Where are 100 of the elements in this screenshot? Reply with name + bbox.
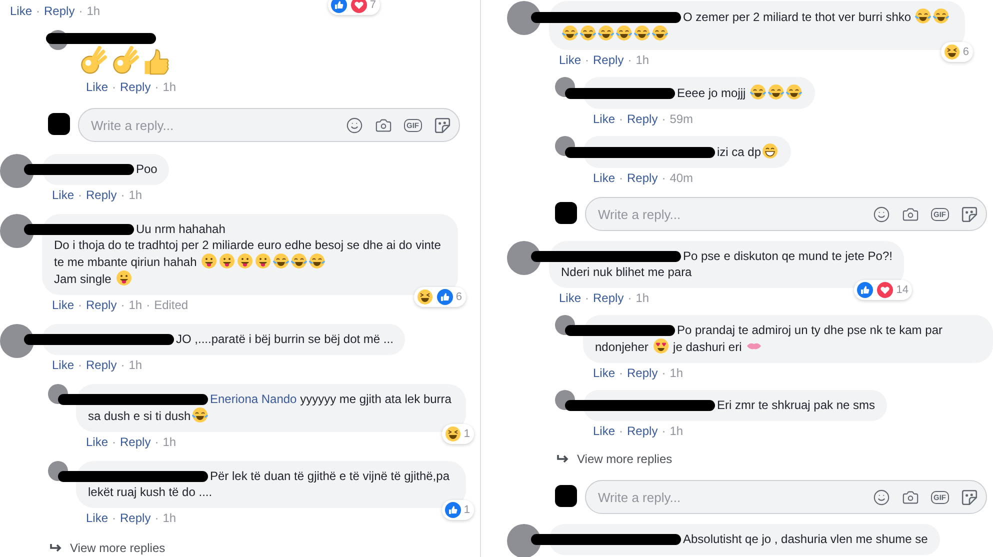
separator-dot: ·: [120, 298, 125, 312]
laughing-reaction-icon: [416, 289, 433, 305]
action-link[interactable]: Reply: [593, 53, 624, 67]
action-link[interactable]: Like: [593, 424, 616, 438]
separator-dot: ·: [662, 424, 666, 438]
action-link[interactable]: Like: [86, 435, 108, 449]
camera-icon[interactable]: [374, 116, 392, 134]
tongue-out-emoji-icon: [116, 270, 132, 286]
action-link[interactable]: Reply: [86, 188, 117, 202]
action-link[interactable]: Reply: [627, 366, 658, 380]
reply-arrow-icon: [50, 543, 62, 553]
avatar: [507, 241, 541, 275]
laughing-tears-emoji-icon: [580, 25, 596, 41]
comment-time: 1h: [128, 298, 142, 312]
action-link[interactable]: Reply: [86, 358, 117, 372]
action-link[interactable]: Reply: [627, 112, 658, 126]
separator-dot: ·: [78, 358, 82, 372]
emoji-icon[interactable]: [872, 488, 890, 506]
laughing-tears-emoji-icon: [562, 25, 578, 41]
tongue-out-emoji-icon: [237, 253, 254, 269]
action-link[interactable]: Reply: [120, 511, 151, 525]
laughing-tears-emoji-icon: [768, 84, 784, 100]
separator-dot: ·: [585, 53, 590, 67]
separator-dot: ·: [619, 424, 624, 438]
action-link[interactable]: Like: [86, 511, 108, 525]
action-link[interactable]: Reply: [120, 435, 151, 449]
action-link[interactable]: Like: [593, 171, 616, 185]
sticker-icon[interactable]: [961, 206, 978, 222]
separator-dot: ·: [628, 53, 632, 67]
separator-dot: ·: [628, 291, 632, 305]
redacted-avatar: [555, 202, 577, 224]
laughing-tears-emoji-icon: [634, 25, 650, 41]
separator-dot: ·: [120, 188, 125, 202]
separator-dot: ·: [154, 80, 159, 94]
action-link[interactable]: Reply: [120, 80, 151, 94]
like-reaction-icon: [444, 502, 461, 518]
separator-dot: ·: [619, 366, 624, 380]
action-link[interactable]: Like: [593, 112, 616, 126]
action-link[interactable]: Like: [559, 291, 582, 305]
camera-icon[interactable]: [902, 206, 918, 222]
action-link[interactable]: Reply: [593, 291, 624, 305]
action-link[interactable]: Like: [52, 188, 74, 202]
edited-label: Edited: [154, 298, 188, 312]
redacted-avatar: [555, 485, 577, 507]
avatar: [0, 324, 34, 358]
separator-dot: ·: [36, 4, 40, 18]
emoji-icon[interactable]: [346, 116, 362, 134]
comment-time: 1h: [162, 80, 176, 94]
comment-time: 1h: [86, 4, 100, 18]
action-link[interactable]: Like: [593, 366, 616, 380]
view-more-replies-link[interactable]: View more replies: [50, 541, 466, 555]
tongue-out-emoji-icon: [219, 253, 236, 269]
heart-reaction-icon: [877, 282, 894, 298]
separator-dot: ·: [619, 112, 624, 126]
action-link[interactable]: Like: [559, 53, 582, 67]
laughing-tears-emoji-icon: [786, 84, 802, 100]
comment-time: 1h: [670, 424, 684, 438]
comment-time: 1h: [162, 435, 176, 449]
comment-time: 40m: [670, 171, 694, 185]
camera-icon[interactable]: [902, 488, 918, 506]
separator-dot: ·: [112, 511, 116, 525]
action-link[interactable]: Reply: [44, 4, 75, 18]
separator-dot: ·: [662, 112, 666, 126]
laughing-tears-emoji-icon: [652, 25, 668, 41]
action-link[interactable]: Reply: [86, 298, 117, 312]
separator-dot: ·: [112, 435, 116, 449]
comment-time: 59m: [670, 112, 694, 126]
separator-dot: ·: [662, 366, 666, 380]
comment-time: 1h: [670, 366, 684, 380]
action-link[interactable]: Like: [52, 298, 74, 312]
separator-dot: ·: [112, 80, 116, 94]
comment-time: 1h: [128, 188, 142, 202]
laughing-tears-emoji-icon: [750, 84, 766, 100]
separator-dot: ·: [146, 298, 150, 312]
redacted-avatar: [48, 113, 70, 135]
separator-dot: ·: [78, 4, 83, 18]
reply-arrow-icon: [557, 454, 569, 464]
laughing-tears-emoji-icon: [291, 253, 308, 269]
like-reaction-icon: [857, 282, 874, 298]
action-link[interactable]: Like: [86, 80, 108, 94]
laughing-tears-emoji-icon: [192, 407, 208, 423]
avatar: [0, 154, 34, 188]
separator-dot: ·: [662, 171, 666, 185]
action-link[interactable]: Reply: [627, 424, 658, 438]
comment-time: 1h: [162, 511, 176, 525]
laughing-tears-emoji-icon: [598, 25, 614, 41]
action-link[interactable]: Reply: [627, 171, 658, 185]
laughing-reaction-icon: [444, 426, 461, 442]
sticker-icon[interactable]: [961, 488, 978, 506]
heart-eyes-emoji-icon: [652, 338, 669, 354]
tongue-out-emoji-icon: [255, 253, 272, 269]
emoji-icon[interactable]: [872, 206, 890, 222]
action-link[interactable]: Like: [52, 358, 74, 372]
action-link[interactable]: Like: [10, 4, 32, 18]
laughing-tears-emoji-icon: [616, 25, 632, 41]
view-more-replies-link[interactable]: View more replies: [557, 452, 993, 466]
sticker-icon[interactable]: [434, 116, 451, 134]
avatar: [507, 1, 541, 35]
separator-dot: ·: [154, 435, 159, 449]
laughing-tears-emoji-icon: [309, 253, 326, 269]
